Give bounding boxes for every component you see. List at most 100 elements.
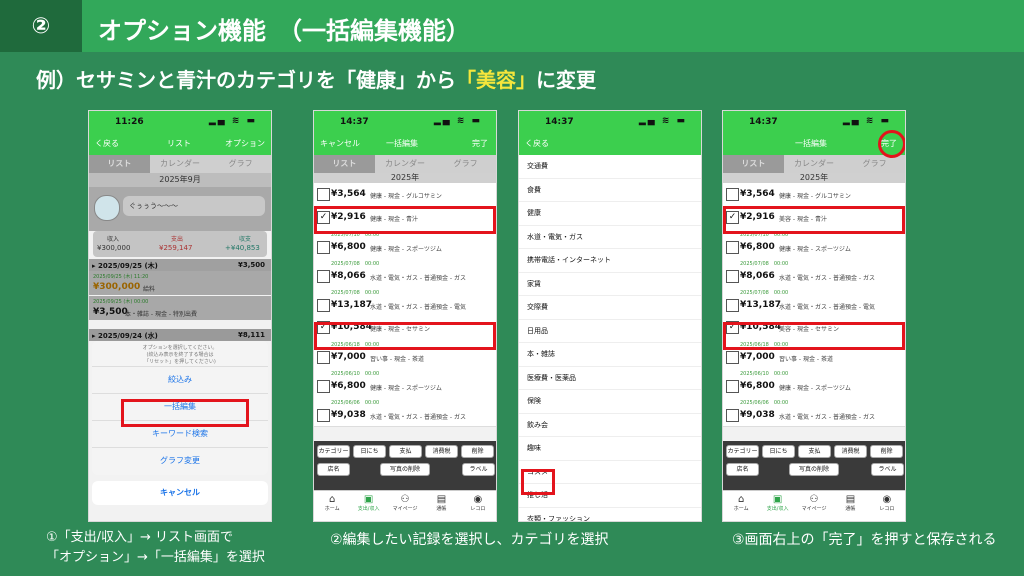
category-option[interactable]: 趣味 (519, 437, 701, 461)
action-button[interactable]: 日にち (353, 445, 386, 458)
action-button[interactable]: 削除 (461, 445, 494, 458)
row-checkbox[interactable] (726, 380, 739, 393)
action-button[interactable]: 写真の削除 (380, 463, 430, 476)
tab-calendar[interactable]: カレンダー (783, 155, 845, 173)
table-row[interactable]: 2025/06/10 00:00 ¥6,800 健康 - 現金 - スポーツジム (723, 368, 905, 398)
row-checkbox[interactable] (317, 188, 330, 201)
action-button[interactable]: 支払 (389, 445, 422, 458)
tab-calendar[interactable]: カレンダー (149, 155, 211, 173)
menu-item-graph-change[interactable]: グラフ変更 (92, 447, 268, 474)
tab-list[interactable]: リスト (723, 155, 784, 173)
day-date: ▸ 2025/09/25 (木) (92, 262, 158, 270)
row-checkbox[interactable] (726, 241, 739, 254)
list-item[interactable]: 2025/09/25 (木) 11:20 ¥300,000 給料 (89, 271, 271, 295)
nav-bar: く戻る リスト オプション (89, 133, 271, 155)
row-checkbox[interactable] (726, 270, 739, 283)
category-option[interactable]: 医療費・医薬品 (519, 367, 701, 390)
nav-item[interactable]: ◉ レコロ (460, 491, 496, 521)
table-row[interactable]: 2025/07/08 00:00 ¥8,066 水道・電気・ガス - 普通預金 - … (723, 258, 905, 288)
action-button[interactable]: 削除 (870, 445, 903, 458)
tab-graph[interactable]: グラフ (844, 155, 905, 173)
table-row[interactable]: ¥3,564 健康 - 現金 - グルコサミン (314, 183, 496, 207)
nav-item[interactable]: ▣ 支出/収入 (759, 491, 795, 521)
passbook-icon: ▤ (845, 494, 856, 505)
action-button[interactable]: 店名 (726, 463, 759, 476)
back-button[interactable]: く戻る (525, 138, 549, 149)
category-option[interactable]: 交際費 (519, 296, 701, 320)
cancel-button[interactable]: キャンセル (92, 481, 268, 505)
row-checkbox[interactable] (317, 270, 330, 283)
nav-item[interactable]: ⌂ ホーム (314, 491, 350, 521)
row-checkbox[interactable] (317, 409, 330, 422)
row-checkbox[interactable] (726, 188, 739, 201)
list-item[interactable]: 2025/09/25 (木) 00:00 ¥3,500 本・雑誌 - 現金 - … (89, 296, 271, 320)
nav-item[interactable]: ⌂ ホーム (723, 491, 759, 521)
row-checkbox[interactable] (726, 409, 739, 422)
cancel-button[interactable]: キャンセル (320, 138, 360, 149)
tab-list[interactable]: リスト (89, 155, 150, 173)
row-date: 2025/07/08 00:00 (331, 261, 380, 267)
action-button[interactable]: 消費税 (425, 445, 458, 458)
category-option[interactable]: 交通費 (519, 155, 701, 179)
caption-step2: ②編集したい記録を選択し、カテゴリを選択 (330, 532, 609, 548)
table-row[interactable]: 2025/06/06 00:00 ¥9,038 水道・電気・ガス - 普通預金 - … (314, 397, 496, 427)
row-checkbox[interactable] (726, 351, 739, 364)
category-option[interactable]: 日用品 (519, 320, 701, 343)
action-button[interactable]: 消費税 (834, 445, 867, 458)
tab-calendar[interactable]: カレンダー (374, 155, 436, 173)
action-button[interactable]: カテゴリー (317, 445, 350, 458)
table-row[interactable]: 2025/06/06 00:00 ¥9,038 水道・電気・ガス - 普通預金 - … (723, 397, 905, 427)
highlight-box (723, 322, 905, 350)
table-row[interactable]: 2025/07/08 00:00 ¥8,066 水道・電気・ガス - 普通預金 - … (314, 258, 496, 288)
category-option[interactable]: 携帯電話・インターネット (519, 249, 701, 273)
row-checkbox[interactable] (726, 299, 739, 312)
month-bar: 2025年9月 (89, 173, 271, 187)
action-button[interactable]: ラベル (871, 463, 904, 476)
row-checkbox[interactable] (317, 351, 330, 364)
summary-panel: 収入 ¥300,000 支出 ¥259,147 収支 +¥40,853 (93, 231, 267, 257)
category-option[interactable]: 飲み会 (519, 414, 701, 437)
row-checkbox[interactable] (317, 241, 330, 254)
table-row[interactable]: ¥3,564 健康 - 現金 - グルコサミン (723, 183, 905, 207)
nav-item[interactable]: ▣ 支出/収入 (350, 491, 386, 521)
month-bar: 2025年 (723, 173, 905, 183)
nav-item[interactable]: ◉ レコロ (869, 491, 905, 521)
category-option[interactable]: 本・雑誌 (519, 343, 701, 367)
recoro-icon: ◉ (882, 494, 892, 505)
page-title: オプション機能 （一括編集機能） (98, 17, 470, 45)
tab-graph[interactable]: グラフ (210, 155, 271, 173)
category-option[interactable]: 保険 (519, 390, 701, 414)
action-button[interactable]: 店名 (317, 463, 350, 476)
nav-item[interactable]: ⚇ マイページ (387, 491, 423, 521)
nav-item[interactable]: ▤ 通帳 (423, 491, 459, 521)
done-button[interactable]: 完了 (472, 138, 488, 149)
step-number-badge: ② (0, 0, 82, 52)
action-button[interactable]: 日にち (762, 445, 795, 458)
status-time: 14:37 (340, 117, 369, 127)
action-button[interactable]: カテゴリー (726, 445, 759, 458)
category-option[interactable]: 水道・電気・ガス (519, 226, 701, 249)
category-option[interactable]: 食費 (519, 179, 701, 202)
back-button[interactable]: く戻る (95, 138, 119, 149)
category-option[interactable]: 衣類・ファッション (519, 508, 701, 522)
nav-item[interactable]: ▤ 通帳 (832, 491, 868, 521)
menu-item-filter[interactable]: 絞込み (92, 366, 268, 393)
nav-item[interactable]: ⚇ マイページ (796, 491, 832, 521)
action-button[interactable]: 支払 (798, 445, 831, 458)
action-button[interactable]: 写真の削除 (789, 463, 839, 476)
phone-screen-bulk-edit: 14:37 ▂▄ ≋ ▬ キャンセル 一括編集 完了 リスト カレンダー グラフ… (313, 110, 497, 522)
tab-list[interactable]: リスト (314, 155, 375, 173)
tab-graph[interactable]: グラフ (435, 155, 496, 173)
tab-bar: リスト カレンダー グラフ (314, 155, 496, 173)
category-option[interactable]: 家賃 (519, 273, 701, 296)
table-row[interactable]: 2025/07/08 00:00 ¥13,187 水道・電気・ガス - 普通預金 -… (314, 287, 496, 317)
table-row[interactable]: 2025/06/10 00:00 ¥6,800 健康 - 現金 - スポーツジム (314, 368, 496, 398)
table-row[interactable]: 2025/07/08 00:00 ¥13,187 水道・電気・ガス - 普通預金 -… (723, 287, 905, 317)
option-button[interactable]: オプション (225, 138, 265, 149)
row-checkbox[interactable] (317, 299, 330, 312)
row-checkbox[interactable] (317, 380, 330, 393)
category-option[interactable]: 健康 (519, 202, 701, 226)
row-amount: ¥7,000 (740, 352, 775, 362)
row-amount: ¥13,187 (331, 300, 372, 310)
action-button[interactable]: ラベル (462, 463, 495, 476)
